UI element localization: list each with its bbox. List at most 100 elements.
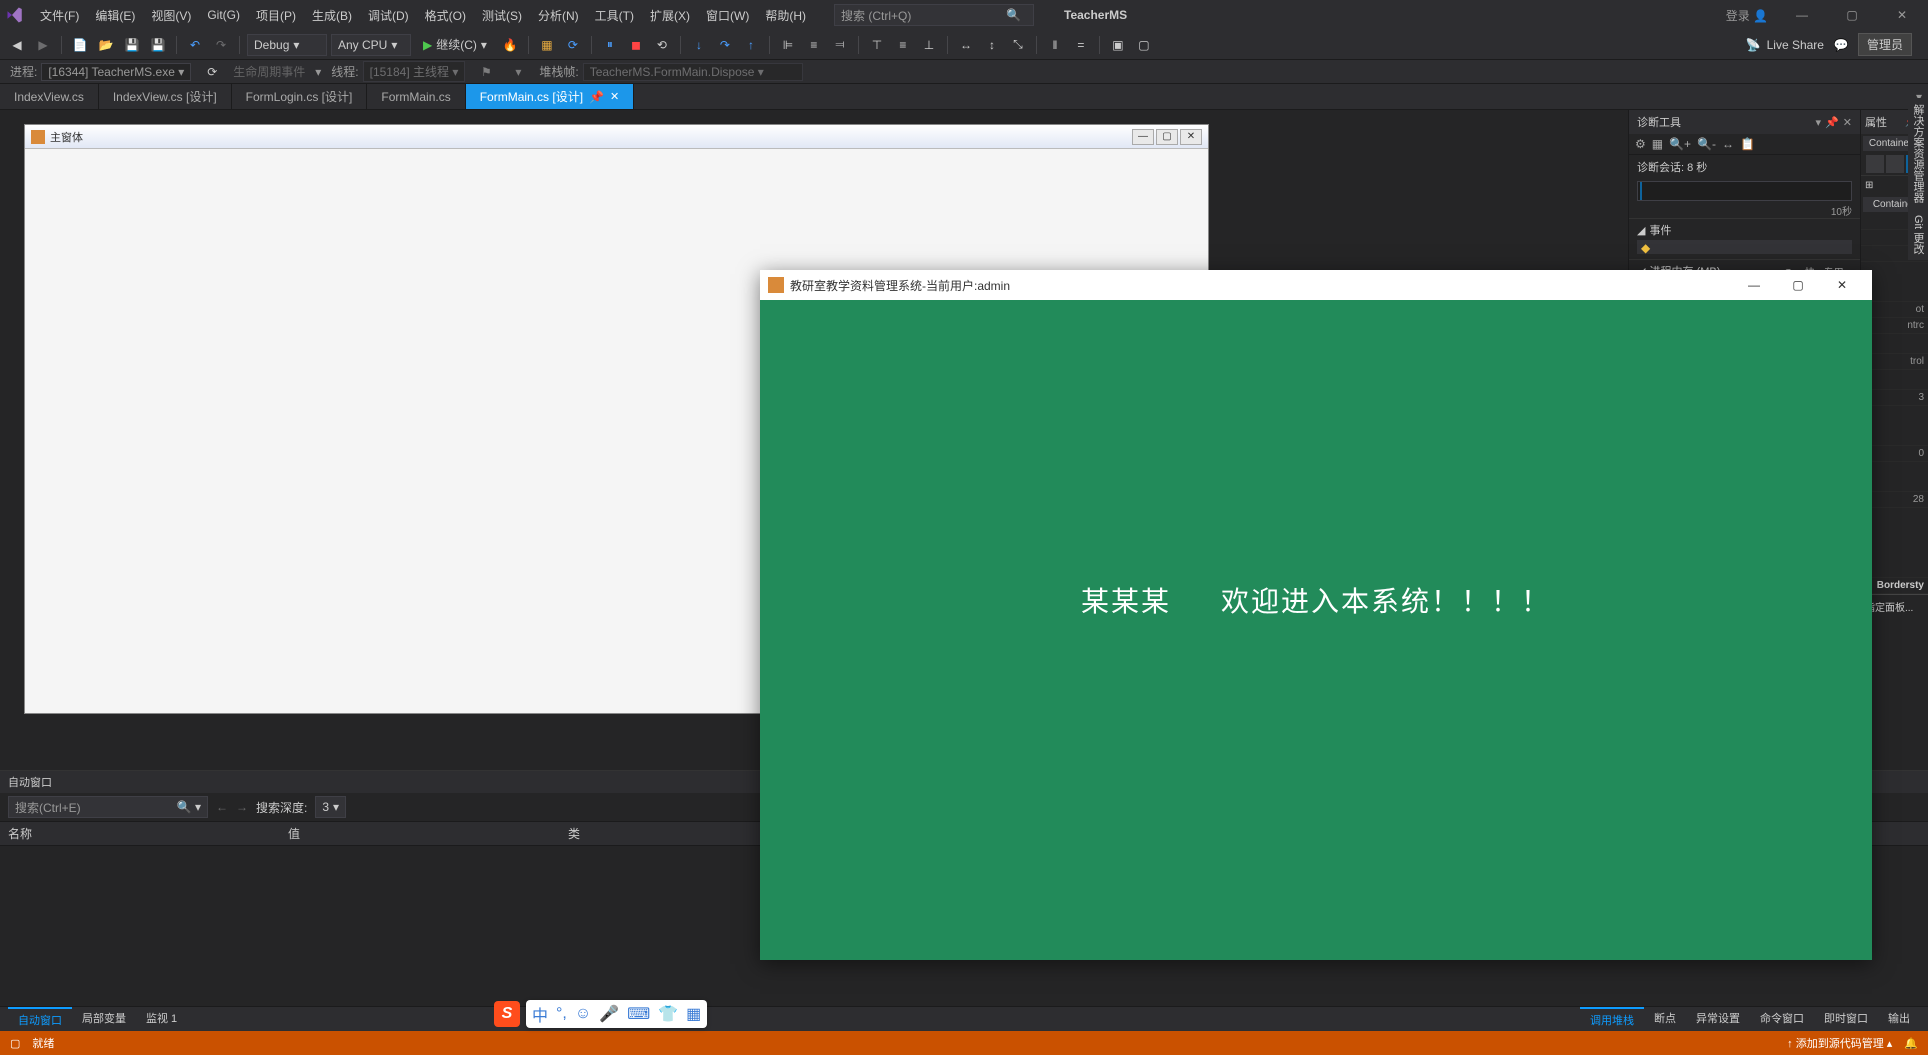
menu-project[interactable]: 项目(P) <box>248 3 304 28</box>
menu-debug[interactable]: 调试(D) <box>360 3 417 28</box>
nav-back-icon[interactable]: ◀ <box>6 34 28 56</box>
app-close-button[interactable]: ✕ <box>1820 270 1864 300</box>
break-all-icon[interactable]: ⏸ <box>599 34 621 56</box>
window-close[interactable]: ✕ <box>1882 0 1922 30</box>
thread-filter-icon[interactable]: ▾ <box>507 61 529 83</box>
stop-icon[interactable]: ◼ <box>625 34 647 56</box>
status-source-control[interactable]: ↑ 添加到源代码管理 ▴ <box>1787 1035 1892 1051</box>
ime-keyboard-icon[interactable]: ⌨ <box>627 1004 650 1024</box>
login-link[interactable]: 登录 👤 <box>1722 3 1772 28</box>
vtab-git-changes[interactable]: Git 更改 <box>1910 215 1926 254</box>
ime-toolbox-icon[interactable]: ▦ <box>686 1004 701 1024</box>
btab-watch1[interactable]: 监视 1 <box>136 1007 187 1031</box>
redo-icon[interactable]: ↷ <box>210 34 232 56</box>
size-height-icon[interactable]: ↕ <box>981 34 1003 56</box>
prop-cat-icon[interactable] <box>1866 155 1884 173</box>
stackframe-dropdown[interactable]: TeacherMS.FormMain.Dispose ▾ <box>583 63 803 81</box>
menu-format[interactable]: 格式(O) <box>417 3 474 28</box>
open-icon[interactable]: 📂 <box>95 34 117 56</box>
size-both-icon[interactable]: ⤡ <box>1007 34 1029 56</box>
menu-help[interactable]: 帮助(H) <box>757 3 814 28</box>
sogou-logo-icon[interactable]: S <box>494 1001 520 1027</box>
undo-icon[interactable]: ↶ <box>184 34 206 56</box>
align-left-icon[interactable]: ⊫ <box>777 34 799 56</box>
tab-indexview-design[interactable]: IndexView.cs [设计] <box>99 84 232 109</box>
refresh-icon[interactable]: ⟳ <box>562 34 584 56</box>
select-tools-icon[interactable]: ▦ <box>1652 137 1663 151</box>
diag-timeline[interactable] <box>1637 181 1852 201</box>
vtab-solution-explorer[interactable]: 解决方案资源管理器 <box>1910 104 1926 203</box>
align-right-icon[interactable]: ⫤ <box>829 34 851 56</box>
gear-icon[interactable]: ⚙ <box>1635 137 1646 151</box>
quick-search[interactable]: 搜索 (Ctrl+Q) 🔍 <box>834 4 1034 26</box>
nav-prev-icon[interactable]: ← <box>216 800 228 814</box>
depth-dropdown[interactable]: 3 ▾ <box>315 796 346 818</box>
menu-window[interactable]: 窗口(W) <box>698 3 757 28</box>
thread-dropdown[interactable]: [15184] 主线程 ▾ <box>363 61 466 82</box>
ime-emoji-icon[interactable]: ☺ <box>575 1005 591 1023</box>
bring-front-icon[interactable]: ▣ <box>1107 34 1129 56</box>
menu-view[interactable]: 视图(V) <box>143 3 199 28</box>
col-name[interactable]: 名称 <box>8 825 288 842</box>
ime-mode[interactable]: 中 <box>532 1002 548 1026</box>
close-icon[interactable]: ✕ <box>610 90 619 103</box>
browser-link-icon[interactable]: ▦ <box>536 34 558 56</box>
window-maximize[interactable]: ▢ <box>1832 0 1872 30</box>
vspace-icon[interactable]: = <box>1070 34 1092 56</box>
ime-toolbar[interactable]: S 中 °, ☺ 🎤 ⌨ 👕 ▦ <box>494 1000 707 1028</box>
ime-voice-icon[interactable]: 🎤 <box>599 1004 619 1024</box>
btab-immediate[interactable]: 即时窗口 <box>1814 1007 1878 1031</box>
save-icon[interactable]: 💾 <box>121 34 143 56</box>
right-vertical-tabs[interactable]: 解决方案资源管理器 Git 更改 <box>1908 98 1928 260</box>
reset-zoom-icon[interactable]: ↔ <box>1722 137 1734 151</box>
lifecycle-icon[interactable]: ⟳ <box>201 61 223 83</box>
align-middle-icon[interactable]: ≡ <box>892 34 914 56</box>
panel-pin-icon[interactable]: 📌 <box>1825 116 1839 129</box>
nav-next-icon[interactable]: → <box>236 800 248 814</box>
pin-icon[interactable]: 📌 <box>589 90 604 104</box>
btab-locals[interactable]: 局部变量 <box>72 1007 136 1031</box>
new-project-icon[interactable]: 📄 <box>69 34 91 56</box>
step-over-icon[interactable]: ↷ <box>714 34 736 56</box>
ime-skin-icon[interactable]: 👕 <box>658 1004 678 1024</box>
btab-output[interactable]: 输出 <box>1878 1007 1920 1031</box>
window-minimize[interactable]: — <box>1782 0 1822 30</box>
size-width-icon[interactable]: ↔ <box>955 34 977 56</box>
app-titlebar[interactable]: 教研室教学资料管理系统-当前用户:admin — ▢ ✕ <box>760 270 1872 300</box>
step-out-icon[interactable]: ↑ <box>740 34 762 56</box>
panel-dropdown-icon[interactable]: ▾ <box>1816 116 1822 129</box>
btab-autos[interactable]: 自动窗口 <box>8 1007 72 1031</box>
menu-file[interactable]: 文件(F) <box>32 3 87 28</box>
tab-indexview-cs[interactable]: IndexView.cs <box>0 84 99 109</box>
tab-formmain-design[interactable]: FormMain.cs [设计] 📌✕ <box>466 84 635 109</box>
autos-search[interactable]: 搜索(Ctrl+E)🔍 ▾ <box>8 796 208 818</box>
app-minimize-button[interactable]: — <box>1732 270 1776 300</box>
menu-tools[interactable]: 工具(T) <box>587 3 642 28</box>
process-dropdown[interactable]: [16344] TeacherMS.exe ▾ <box>41 63 191 81</box>
step-into-icon[interactable]: ↓ <box>688 34 710 56</box>
nav-fwd-icon[interactable]: ▶ <box>32 34 54 56</box>
config-dropdown[interactable]: Debug ▾ <box>247 34 327 56</box>
menu-analyze[interactable]: 分析(N) <box>530 3 587 28</box>
feedback-icon[interactable]: 💬 <box>1830 34 1852 56</box>
menu-git[interactable]: Git(G) <box>199 4 248 26</box>
ime-punct-icon[interactable]: °, <box>556 1005 567 1023</box>
align-bottom-icon[interactable]: ⊥ <box>918 34 940 56</box>
menu-test[interactable]: 测试(S) <box>474 3 530 28</box>
hspace-icon[interactable]: ‖ <box>1044 34 1066 56</box>
align-top-icon[interactable]: ⊤ <box>866 34 888 56</box>
hot-reload-icon[interactable]: 🔥 <box>499 34 521 56</box>
tab-formlogin-design[interactable]: FormLogin.cs [设计] <box>232 84 368 109</box>
zoom-out-icon[interactable]: 🔍- <box>1697 137 1716 151</box>
btab-exceptions[interactable]: 异常设置 <box>1686 1007 1750 1031</box>
restart-icon[interactable]: ⟲ <box>651 34 673 56</box>
col-value[interactable]: 值 <box>288 825 568 842</box>
btab-command[interactable]: 命令窗口 <box>1750 1007 1814 1031</box>
snapshot-icon[interactable]: 📋 <box>1740 137 1755 151</box>
send-back-icon[interactable]: ▢ <box>1133 34 1155 56</box>
liveshare-button[interactable]: Live Share <box>1767 38 1824 52</box>
align-center-icon[interactable]: ≡ <box>803 34 825 56</box>
btab-callstack[interactable]: 调用堆栈 <box>1580 1007 1644 1031</box>
btab-breakpoints[interactable]: 断点 <box>1644 1007 1686 1031</box>
continue-button[interactable]: ▶继续(C) ▾ <box>415 34 495 56</box>
